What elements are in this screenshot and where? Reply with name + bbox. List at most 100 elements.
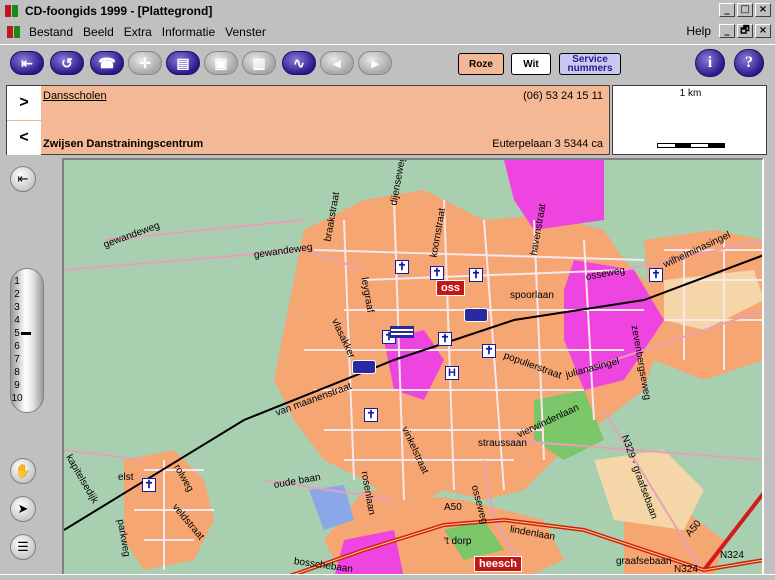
menu-venster[interactable]: Venster [225,25,266,39]
business-name: Zwijsen Danstrainingscentrum [43,138,204,150]
street-label: graafsebaan [616,556,672,567]
street-label: 't dorp [444,536,472,547]
home-icon: ⇤ [17,171,29,186]
map-home-button[interactable]: ⇤ [10,166,36,192]
book-icon: ▥ [252,54,266,71]
back-arrow-icon: ⇤ [21,54,33,71]
doc-restore-button[interactable]: 🗗 [737,24,753,38]
pointer-icon: ➤ [17,501,29,516]
undo-icon: ↺ [61,54,73,71]
mode-wit-button[interactable]: Wit [511,53,551,75]
title-bar: CD-foongids 1999 - [Plattegrond] _ □ × [0,0,775,22]
prev-result-button[interactable]: < [7,121,41,155]
maximize-button[interactable]: □ [737,3,753,17]
mode-roze-button[interactable]: Roze [458,53,504,75]
menu-bar: Bestand Beeld Extra Informatie Venster H… [0,22,775,42]
print-icon: ▤ [176,54,190,71]
doc-close-button[interactable]: × [755,24,771,38]
phone-button[interactable]: ☎ [90,51,124,75]
business-address: Euterpelaan 3 5344 ca [492,138,603,150]
church-icon[interactable]: ✝ [395,260,409,274]
hospital-icon[interactable]: H [445,366,459,380]
print-button[interactable]: ▤ [166,51,200,75]
zoom-level[interactable]: 2 [10,289,24,301]
street-label: N324 [720,550,744,561]
city-label-oss: oss [436,280,465,296]
menu-help[interactable]: Help [686,24,711,38]
menu-right: Help _ 🗗 × [686,24,771,38]
zoom-indicator[interactable] [21,332,31,335]
back-button[interactable]: ⇤ [10,51,44,75]
menu-extra[interactable]: Extra [124,25,152,39]
menu-beeld[interactable]: Beeld [83,25,114,39]
save-button[interactable]: ▣ [204,51,238,75]
church-icon[interactable]: ✝ [142,478,156,492]
window-controls: _ □ × [719,3,771,17]
info-button[interactable]: i [695,49,725,77]
minimize-button[interactable]: _ [719,3,735,17]
scale-panel: 1 km [612,85,767,155]
map-canvas[interactable] [64,160,764,576]
zoom-level[interactable]: 4 [10,315,24,327]
zoom-level[interactable]: 6 [10,341,24,353]
application-window: CD-foongids 1999 - [Plattegrond] _ □ × B… [0,0,775,580]
flag-right-button[interactable]: ▸ [358,51,392,75]
train-station-icon[interactable] [352,360,376,374]
doc-minimize-button[interactable]: _ [719,24,735,38]
zoom-level[interactable]: 8 [10,367,24,379]
undo-button[interactable]: ↺ [50,51,84,75]
train-station-icon[interactable] [464,308,488,322]
window-title: CD-foongids 1999 - [Plattegrond] [25,4,213,18]
zoom-level[interactable]: 3 [10,302,24,314]
scale-bar [657,143,725,148]
list-icon: ☰ [17,539,29,554]
info-icon: i [707,54,713,71]
menu-bestand[interactable]: Bestand [29,25,73,39]
location-marker-icon[interactable] [390,326,414,338]
zoom-level[interactable]: 10 [10,393,24,405]
category-link[interactable]: Dansscholen [43,90,107,102]
route-button[interactable]: ∿ [282,51,316,75]
legend-button[interactable]: ☰ [10,534,36,560]
help-button[interactable]: ? [734,49,764,77]
church-icon[interactable]: ✝ [649,268,663,282]
taskbar [0,574,775,580]
mode-service-button[interactable]: Service nummers [559,53,621,75]
hand-icon: ✋ [14,463,32,478]
locate-button[interactable]: ✛ [128,51,162,75]
street-label: spoorlaan [510,290,554,301]
route-icon: ∿ [293,54,305,71]
map-view[interactable]: ✝ ✝ ✝ ✝ ✝ ✝ ✝ ✝ ✝ H oss heesch gewandewe… [62,158,764,576]
zoom-level[interactable]: 1 [10,276,24,288]
scale-label: 1 km [679,88,702,99]
map-sidebar: ⇤ 1 2 3 4 5 6 7 8 9 10 ✋ ➤ ☰ [0,158,60,580]
next-result-button[interactable]: > [7,86,41,120]
street-label: elst [118,472,134,483]
flag-right-icon: ▸ [371,54,379,71]
info-panel: > < Dansscholen (06) 53 24 15 11 Zwijsen… [6,85,610,155]
phone-number: (06) 53 24 15 11 [523,90,603,102]
zoom-level[interactable]: 7 [10,354,24,366]
phone-icon: ☎ [98,54,116,71]
document-icon[interactable] [7,25,21,39]
crosshair-icon: ✛ [139,54,151,71]
help-icon: ? [745,54,753,71]
pan-tool-button[interactable]: ✋ [10,458,36,484]
right-scrollbar-edge [766,158,775,580]
church-icon[interactable]: ✝ [469,268,483,282]
service-label-2: nummers [567,63,613,74]
church-icon[interactable]: ✝ [430,266,444,280]
book-button[interactable]: ▥ [242,51,276,75]
toolbar: ⇤ ↺ ☎ ✛ ▤ ▣ ▥ ∿ ◂ ▸ Roze Wit Service num… [0,44,775,82]
menu-informatie[interactable]: Informatie [162,25,215,39]
church-icon[interactable]: ✝ [482,344,496,358]
flag-left-button[interactable]: ◂ [320,51,354,75]
flag-left-icon: ◂ [333,54,341,71]
close-button[interactable]: × [755,3,771,17]
church-icon[interactable]: ✝ [364,408,378,422]
select-tool-button[interactable]: ➤ [10,496,36,522]
app-icon [5,4,19,18]
city-label-heesch: heesch [474,556,522,572]
church-icon[interactable]: ✝ [438,332,452,346]
zoom-level[interactable]: 9 [10,380,24,392]
